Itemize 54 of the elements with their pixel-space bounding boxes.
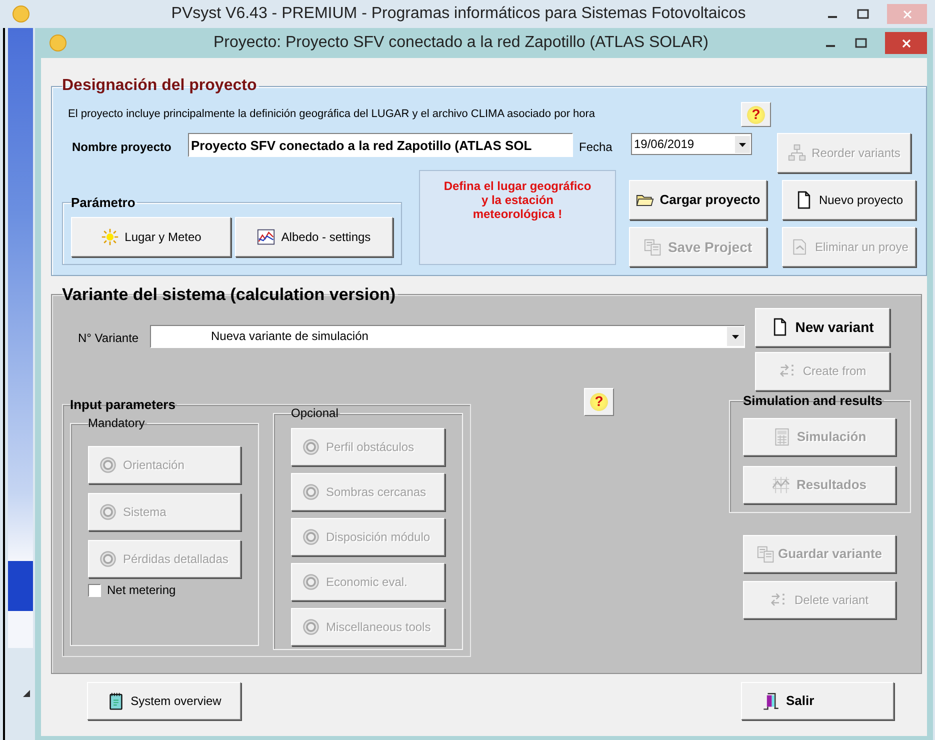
- field-label: Fecha: [579, 139, 614, 156]
- document-icon: [791, 238, 809, 256]
- notice-text: Defina el lugar geográfico y la estación meteorológica !: [419, 170, 616, 265]
- app-icon: [49, 34, 67, 52]
- ring-icon: [302, 438, 320, 456]
- ring-icon: [302, 573, 320, 591]
- button[interactable]: Cargar proyecto: [629, 180, 767, 220]
- documents-icon: [644, 238, 662, 256]
- triangle-icon: [23, 690, 30, 697]
- description-text: El proyecto incluye principalmente la definición geográfica del LUGAR y el archivo CLIMA asociado por hora: [67, 107, 596, 122]
- button[interactable]: Lugar y Meteo: [71, 216, 231, 256]
- checkbox[interactable]: [88, 584, 101, 596]
- ring-icon: [99, 550, 117, 568]
- ring-icon: [302, 618, 320, 636]
- ring-icon: [99, 503, 117, 521]
- checkbox-label: Net metering: [107, 582, 176, 599]
- date-dropdown[interactable]: 19/06/2019: [631, 133, 752, 155]
- window-title: Proyecto: Proyecto SFV conectado a la red Zapotillo (ATLAS SOLAR): [213, 33, 709, 53]
- help-button[interactable]: ?: [741, 102, 771, 127]
- close-icon: [902, 10, 912, 18]
- app-icon: [12, 5, 30, 23]
- field-label: N° Variante: [78, 330, 140, 346]
- variant-dropdown[interactable]: Nueva variante de simulación: [150, 324, 745, 348]
- ring-icon: [302, 528, 320, 546]
- group-title: Input parameters: [70, 396, 176, 414]
- ring-icon: [302, 483, 320, 501]
- chart-icon: [257, 228, 276, 246]
- group-title: Opcional: [291, 405, 340, 422]
- group-title: Designación del proyecto: [62, 76, 258, 96]
- close-button[interactable]: [885, 32, 927, 54]
- close-icon: [902, 38, 910, 48]
- field-label: Nombre proyecto: [72, 139, 172, 156]
- maximize-icon[interactable]: [855, 37, 867, 49]
- button[interactable]: Nuevo proyecto: [782, 180, 916, 220]
- notepad-icon: [106, 692, 125, 710]
- sun-icon: [100, 228, 119, 246]
- window-title: PVsyst V6.43 - PREMIUM - Programas informáticos para Sistemas Fotovoltaicos: [171, 4, 746, 24]
- button[interactable]: System overview: [87, 682, 241, 720]
- button[interactable]: Salir: [741, 682, 894, 720]
- documents-icon: [756, 544, 775, 562]
- group-title: Mandatory: [88, 415, 146, 432]
- hierarchy-icon: [788, 144, 806, 162]
- maximize-icon[interactable]: [857, 8, 869, 20]
- chart-icon: [772, 476, 790, 494]
- button[interactable]: Albedo - settings: [235, 216, 393, 256]
- calculator-icon: [772, 428, 791, 446]
- group-title: Parámetro: [71, 194, 136, 212]
- project-name-field[interactable]: Proyecto SFV conectado a la red Zapotillo (ATLAS SOL: [188, 133, 573, 157]
- group-title: Simulation and results: [743, 392, 884, 410]
- ring-icon: [99, 456, 117, 474]
- exit-icon: [762, 692, 780, 710]
- group-title: Variante del sistema (calculation version): [62, 284, 397, 306]
- help-button[interactable]: ?: [584, 388, 614, 416]
- button[interactable]: New variant: [755, 308, 890, 346]
